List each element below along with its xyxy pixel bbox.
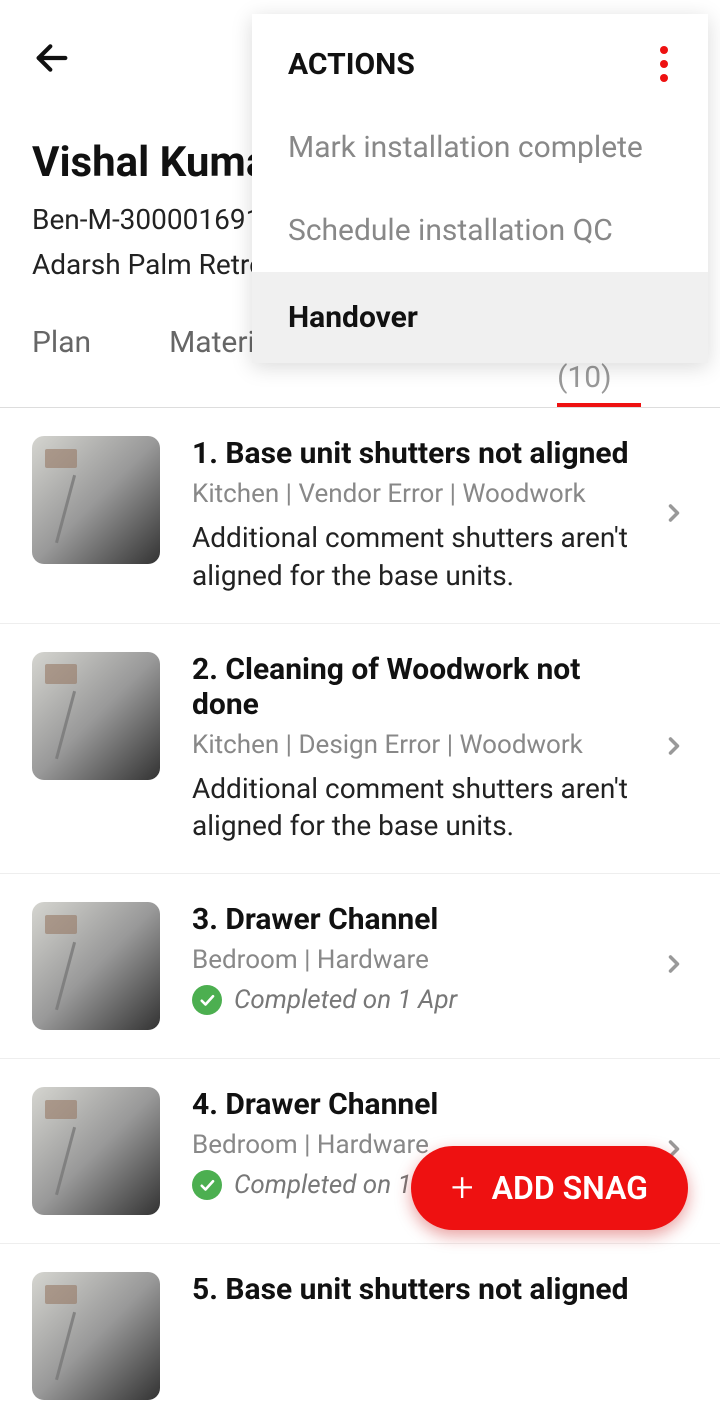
chevron-right-icon — [660, 950, 688, 982]
snag-meta: Kitchen | Vendor Error | Woodwork — [192, 479, 648, 509]
snag-list: 1. Base unit shutters not aligned Kitche… — [0, 408, 720, 1428]
chevron-right-icon — [660, 732, 688, 764]
snag-item[interactable]: 5. Base unit shutters not aligned — [0, 1244, 720, 1428]
snag-title: 5. Base unit shutters not aligned — [192, 1272, 688, 1307]
tab-plan[interactable]: Plan — [32, 317, 91, 407]
action-schedule-qc[interactable]: Schedule installation QC — [252, 189, 708, 272]
snag-thumbnail — [32, 1087, 160, 1215]
check-icon — [192, 1170, 222, 1200]
snag-title: 3. Drawer Channel — [192, 902, 648, 937]
snag-item[interactable]: 2. Cleaning of Woodwork not done Kitchen… — [0, 624, 720, 875]
actions-menu: ACTIONS Mark installation complete Sched… — [252, 14, 708, 363]
snag-thumbnail — [32, 902, 160, 1030]
snag-title: 4. Drawer Channel — [192, 1087, 648, 1122]
plus-icon: + — [451, 1168, 474, 1208]
back-button[interactable] — [32, 38, 72, 82]
snag-title: 2. Cleaning of Woodwork not done — [192, 652, 648, 722]
snag-meta: Bedroom | Hardware — [192, 945, 648, 975]
snag-description: Additional comment shutters aren't align… — [192, 519, 648, 595]
snag-item[interactable]: 3. Drawer Channel Bedroom | Hardware Com… — [0, 874, 720, 1059]
snag-thumbnail — [32, 652, 160, 780]
snag-completed-text: Completed on 1 Apr — [234, 985, 457, 1015]
fab-label: ADD SNAG — [492, 1169, 648, 1207]
snag-thumbnail — [32, 1272, 160, 1400]
check-icon — [192, 985, 222, 1015]
snag-meta: Kitchen | Design Error | Woodwork — [192, 730, 648, 760]
add-snag-button[interactable]: + ADD SNAG — [411, 1146, 688, 1230]
snag-title: 1. Base unit shutters not aligned — [192, 436, 648, 471]
more-icon[interactable] — [656, 42, 672, 86]
action-mark-complete[interactable]: Mark installation complete — [252, 106, 708, 189]
action-handover[interactable]: Handover — [252, 272, 708, 363]
actions-title: ACTIONS — [288, 47, 415, 82]
snag-description: Additional comment shutters aren't align… — [192, 770, 648, 846]
tab-snags-count: (10) — [557, 360, 611, 395]
snag-thumbnail — [32, 436, 160, 564]
snag-item[interactable]: 1. Base unit shutters not aligned Kitche… — [0, 408, 720, 624]
chevron-right-icon — [660, 499, 688, 531]
back-arrow-icon — [32, 38, 72, 82]
